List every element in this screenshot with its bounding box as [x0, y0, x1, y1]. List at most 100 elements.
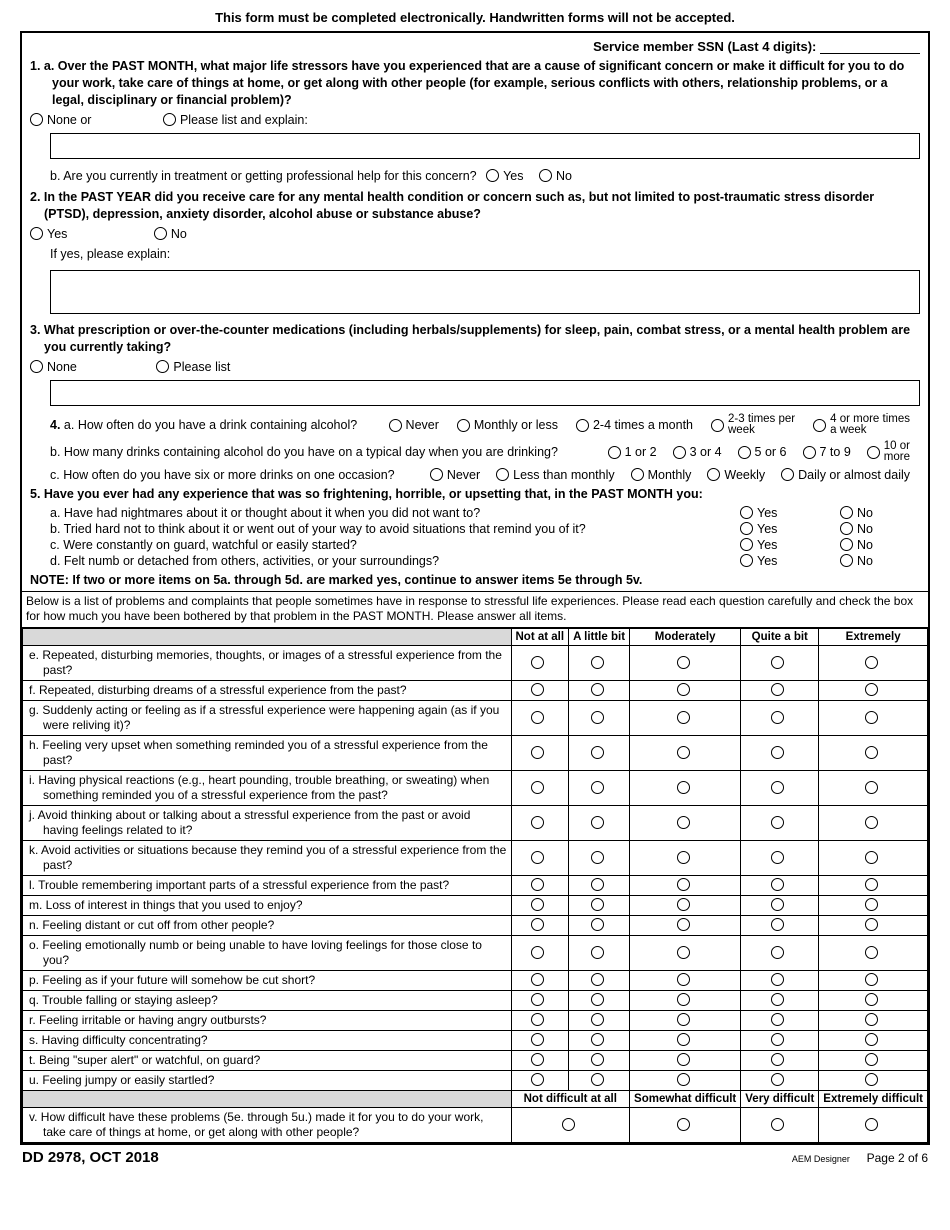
- q4c-radio-0[interactable]: [430, 468, 443, 481]
- grid-radio[interactable]: [591, 851, 604, 864]
- q3-radio-list[interactable]: [156, 360, 169, 373]
- q5v-radio-3[interactable]: [865, 1118, 878, 1131]
- grid-radio[interactable]: [677, 1033, 690, 1046]
- grid-radio[interactable]: [865, 1013, 878, 1026]
- q4a-radio-1[interactable]: [457, 419, 470, 432]
- q4a-radio-2[interactable]: [576, 419, 589, 432]
- grid-radio[interactable]: [531, 683, 544, 696]
- grid-radio[interactable]: [677, 683, 690, 696]
- grid-radio[interactable]: [591, 898, 604, 911]
- grid-radio[interactable]: [531, 946, 544, 959]
- grid-radio[interactable]: [771, 746, 784, 759]
- grid-radio[interactable]: [591, 781, 604, 794]
- grid-radio[interactable]: [591, 878, 604, 891]
- grid-radio[interactable]: [771, 851, 784, 864]
- q5d-radio-no[interactable]: [840, 554, 853, 567]
- grid-radio[interactable]: [677, 993, 690, 1006]
- grid-radio[interactable]: [771, 1013, 784, 1026]
- grid-radio[interactable]: [591, 683, 604, 696]
- q1a-textarea[interactable]: [50, 133, 920, 159]
- grid-radio[interactable]: [531, 1013, 544, 1026]
- grid-radio[interactable]: [865, 1073, 878, 1086]
- grid-radio[interactable]: [591, 656, 604, 669]
- q5c-radio-yes[interactable]: [740, 538, 753, 551]
- grid-radio[interactable]: [771, 946, 784, 959]
- grid-radio[interactable]: [531, 1053, 544, 1066]
- q2-textarea[interactable]: [50, 270, 920, 314]
- grid-radio[interactable]: [531, 878, 544, 891]
- q4c-radio-1[interactable]: [496, 468, 509, 481]
- q4c-radio-2[interactable]: [631, 468, 644, 481]
- grid-radio[interactable]: [531, 656, 544, 669]
- grid-radio[interactable]: [865, 656, 878, 669]
- grid-radio[interactable]: [591, 746, 604, 759]
- grid-radio[interactable]: [865, 851, 878, 864]
- q4c-radio-3[interactable]: [707, 468, 720, 481]
- grid-radio[interactable]: [771, 1053, 784, 1066]
- grid-radio[interactable]: [865, 711, 878, 724]
- grid-radio[interactable]: [771, 711, 784, 724]
- q4c-radio-4[interactable]: [781, 468, 794, 481]
- q5d-radio-yes[interactable]: [740, 554, 753, 567]
- grid-radio[interactable]: [591, 1033, 604, 1046]
- grid-radio[interactable]: [591, 918, 604, 931]
- grid-radio[interactable]: [865, 746, 878, 759]
- grid-radio[interactable]: [677, 656, 690, 669]
- grid-radio[interactable]: [771, 1073, 784, 1086]
- grid-radio[interactable]: [531, 1033, 544, 1046]
- grid-radio[interactable]: [591, 816, 604, 829]
- q3-radio-none[interactable]: [30, 360, 43, 373]
- grid-radio[interactable]: [865, 898, 878, 911]
- grid-radio[interactable]: [865, 946, 878, 959]
- grid-radio[interactable]: [771, 878, 784, 891]
- grid-radio[interactable]: [677, 851, 690, 864]
- grid-radio[interactable]: [771, 993, 784, 1006]
- grid-radio[interactable]: [677, 973, 690, 986]
- q4b-radio-2[interactable]: [738, 446, 751, 459]
- grid-radio[interactable]: [531, 898, 544, 911]
- grid-radio[interactable]: [591, 993, 604, 1006]
- grid-radio[interactable]: [771, 781, 784, 794]
- q1b-radio-no[interactable]: [539, 169, 552, 182]
- grid-radio[interactable]: [771, 816, 784, 829]
- q2-radio-no[interactable]: [154, 227, 167, 240]
- grid-radio[interactable]: [531, 746, 544, 759]
- grid-radio[interactable]: [771, 898, 784, 911]
- grid-radio[interactable]: [531, 1073, 544, 1086]
- q5v-radio-0[interactable]: [562, 1118, 575, 1131]
- grid-radio[interactable]: [531, 781, 544, 794]
- q5b-radio-no[interactable]: [840, 522, 853, 535]
- q4b-radio-3[interactable]: [803, 446, 816, 459]
- grid-radio[interactable]: [771, 918, 784, 931]
- grid-radio[interactable]: [865, 1033, 878, 1046]
- grid-radio[interactable]: [677, 878, 690, 891]
- grid-radio[interactable]: [865, 878, 878, 891]
- grid-radio[interactable]: [677, 1013, 690, 1026]
- q5a-radio-yes[interactable]: [740, 506, 753, 519]
- q3-textarea[interactable]: [50, 380, 920, 406]
- grid-radio[interactable]: [591, 973, 604, 986]
- grid-radio[interactable]: [531, 816, 544, 829]
- q5v-radio-1[interactable]: [677, 1118, 690, 1131]
- q2-radio-yes[interactable]: [30, 227, 43, 240]
- grid-radio[interactable]: [531, 851, 544, 864]
- grid-radio[interactable]: [677, 1073, 690, 1086]
- grid-radio[interactable]: [531, 918, 544, 931]
- grid-radio[interactable]: [677, 781, 690, 794]
- q4a-radio-3[interactable]: [711, 419, 724, 432]
- grid-radio[interactable]: [531, 973, 544, 986]
- grid-radio[interactable]: [677, 946, 690, 959]
- grid-radio[interactable]: [591, 1073, 604, 1086]
- q4b-radio-4[interactable]: [867, 446, 880, 459]
- q1b-radio-yes[interactable]: [486, 169, 499, 182]
- q5c-radio-no[interactable]: [840, 538, 853, 551]
- grid-radio[interactable]: [865, 973, 878, 986]
- q5v-radio-2[interactable]: [771, 1118, 784, 1131]
- grid-radio[interactable]: [677, 711, 690, 724]
- ssn-input-line[interactable]: [820, 53, 920, 54]
- grid-radio[interactable]: [865, 993, 878, 1006]
- grid-radio[interactable]: [677, 898, 690, 911]
- grid-radio[interactable]: [865, 918, 878, 931]
- grid-radio[interactable]: [771, 656, 784, 669]
- grid-radio[interactable]: [865, 816, 878, 829]
